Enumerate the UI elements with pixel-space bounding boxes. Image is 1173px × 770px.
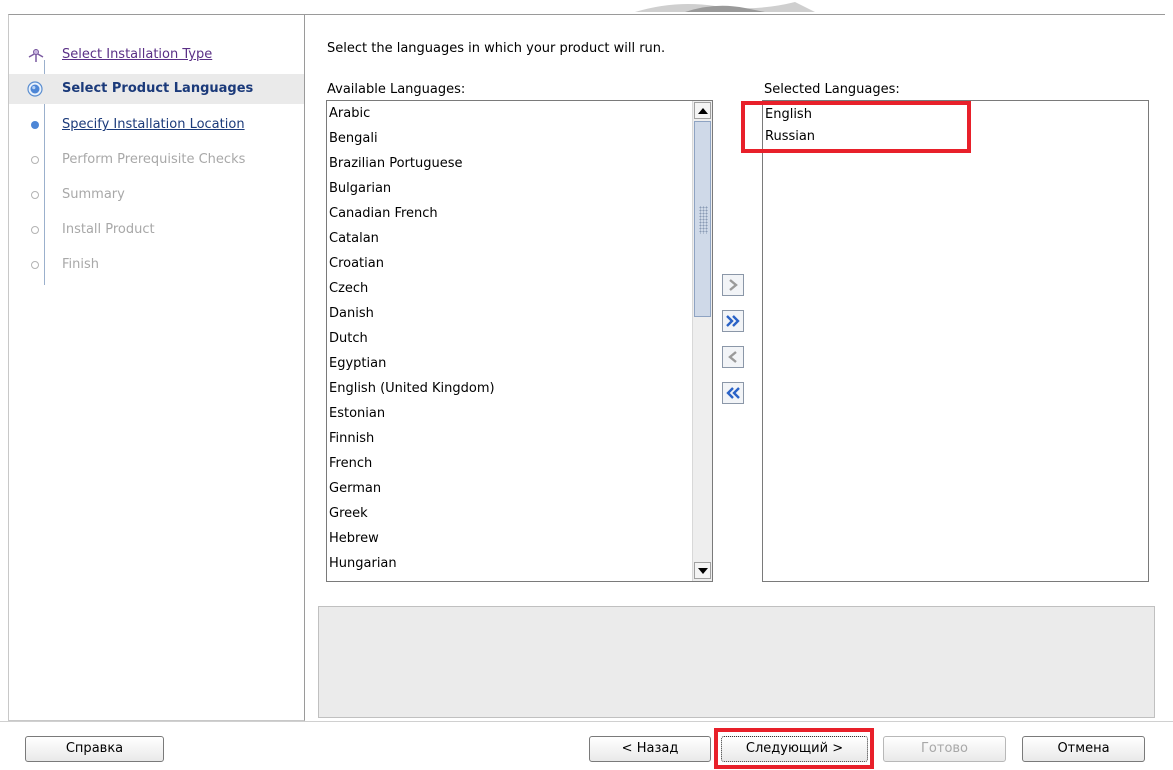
step-pending-icon [27, 152, 43, 168]
list-item[interactable]: English (United Kingdom) [327, 376, 691, 401]
list-item[interactable]: Croatian [327, 251, 691, 276]
cancel-button[interactable]: Отмена [1022, 736, 1145, 762]
header-graphic [615, 0, 825, 12]
list-item[interactable]: Greek [327, 501, 691, 526]
list-item[interactable]: Czech [327, 276, 691, 301]
double-chevron-right-icon [726, 315, 740, 327]
list-item[interactable]: French [327, 451, 691, 476]
available-languages-label: Available Languages: [327, 82, 466, 97]
step-label: Specify Installation Location [62, 117, 245, 132]
step-next-icon [27, 117, 43, 133]
message-area [318, 606, 1155, 718]
list-item[interactable]: Catalan [327, 226, 691, 251]
selected-languages-list[interactable]: English Russian [762, 100, 1149, 582]
selected-languages-label: Selected Languages: [764, 82, 900, 97]
step-finish: Finish [9, 250, 304, 280]
list-item[interactable]: Arabic [327, 101, 691, 126]
step-specify-installation-location[interactable]: Specify Installation Location [9, 110, 304, 140]
list-item[interactable]: Brazilian Portuguese [327, 151, 691, 176]
step-label: Install Product [62, 222, 155, 237]
step-perform-prerequisite-checks: Perform Prerequisite Checks [9, 145, 304, 175]
list-item[interactable]: Icelandic [327, 576, 691, 581]
list-item[interactable]: Dutch [327, 326, 691, 351]
step-current-icon [27, 81, 43, 97]
step-pending-icon [27, 257, 43, 273]
back-button[interactable]: < Назад [589, 736, 711, 762]
step-label: Summary [62, 187, 125, 202]
list-item[interactable]: Bengali [327, 126, 691, 151]
move-left-button[interactable] [722, 346, 744, 368]
step-select-installation-type[interactable]: Select Installation Type [9, 40, 304, 70]
list-item[interactable]: Hebrew [327, 526, 691, 551]
highlight-box [741, 101, 971, 153]
double-chevron-left-icon [726, 387, 740, 399]
move-all-left-button[interactable] [722, 382, 744, 404]
list-item[interactable]: Bulgarian [327, 176, 691, 201]
instruction-text: Select the languages in which your produ… [327, 41, 666, 56]
step-install-product: Install Product [9, 215, 304, 245]
list-item[interactable]: Canadian French [327, 201, 691, 226]
step-summary: Summary [9, 180, 304, 210]
help-button[interactable]: Справка [25, 736, 164, 762]
list-item[interactable]: German [327, 476, 691, 501]
finish-button[interactable]: Готово [883, 736, 1006, 762]
vertical-scrollbar[interactable] [692, 101, 712, 581]
step-label: Finish [62, 257, 100, 272]
arrow-down-icon [698, 568, 708, 574]
step-label: Perform Prerequisite Checks [62, 152, 246, 167]
step-pending-icon [27, 187, 43, 203]
arrow-up-icon [698, 108, 708, 114]
steps-panel: Select Installation Type Select Product … [8, 14, 305, 721]
list-item[interactable]: Danish [327, 301, 691, 326]
chevron-right-icon [729, 279, 738, 291]
list-item[interactable]: Hungarian [327, 551, 691, 576]
chevron-left-icon [728, 351, 737, 363]
scroll-thumb[interactable] [694, 121, 711, 317]
move-right-button[interactable] [722, 274, 744, 296]
step-label: Select Installation Type [62, 47, 213, 62]
list-item[interactable]: Estonian [327, 401, 691, 426]
list-item[interactable]: Finnish [327, 426, 691, 451]
highlight-box [714, 728, 874, 769]
scroll-up-button[interactable] [694, 102, 711, 119]
grip-icon [699, 206, 708, 234]
step-select-product-languages[interactable]: Select Product Languages [9, 74, 304, 104]
step-pending-icon [27, 222, 43, 238]
step-done-icon [27, 47, 44, 63]
move-all-right-button[interactable] [722, 310, 744, 332]
scroll-down-button[interactable] [694, 562, 711, 579]
available-languages-list[interactable]: Arabic Bengali Brazilian Portuguese Bulgari… [326, 100, 713, 582]
list-item[interactable]: Egyptian [327, 351, 691, 376]
step-label: Select Product Languages [62, 81, 254, 96]
